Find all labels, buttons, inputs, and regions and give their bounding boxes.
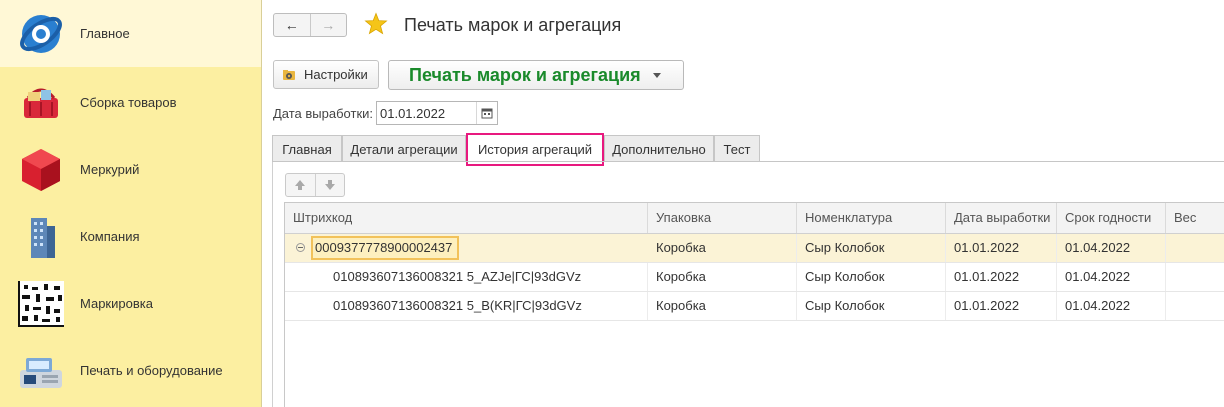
weight-cell <box>1166 234 1224 262</box>
table-row[interactable]: 0009377778900002437 Коробка Сыр Колобок … <box>285 234 1224 263</box>
move-buttons <box>285 173 345 197</box>
qr-code-icon <box>18 280 64 327</box>
sidebar-item-main[interactable]: Главное <box>0 0 261 67</box>
settings-folder-icon <box>283 69 295 80</box>
back-button[interactable]: ← <box>274 14 311 36</box>
sidebar-item-label: Маркировка <box>80 296 153 311</box>
history-nav: ← → <box>273 13 347 37</box>
sidebar-item-label: Главное <box>80 26 130 41</box>
sidebar-item-label: Сборка товаров <box>80 95 177 110</box>
sidebar-item-label: Печать и оборудование <box>80 363 223 378</box>
column-header-expiry[interactable]: Срок годности <box>1057 203 1166 233</box>
package-cell: Коробка <box>648 263 797 291</box>
sidebar-item-assembly[interactable]: Сборка товаров <box>0 69 261 136</box>
barcode-cell: 010893607136008321 5_AZJe|ГС|93dGVz <box>325 263 648 291</box>
tab-additional[interactable]: Дополнительно <box>604 135 714 162</box>
sidebar-item-marking[interactable]: Маркировка <box>0 270 261 337</box>
table-row[interactable]: 010893607136008321 5_AZJe|ГС|93dGVz Коро… <box>285 263 1224 292</box>
column-header-nomenclature[interactable]: Номенклатура <box>797 203 946 233</box>
calendar-icon[interactable] <box>476 102 497 124</box>
nomenclature-cell: Сыр Колобок <box>797 292 946 320</box>
date-label: Дата выработки: <box>273 106 374 121</box>
weight-cell <box>1166 263 1224 291</box>
building-icon <box>31 217 55 258</box>
package-cell: Коробка <box>648 292 797 320</box>
weight-cell <box>1166 292 1224 320</box>
barcode-cell[interactable]: 0009377778900002437 <box>311 236 459 260</box>
tab-test[interactable]: Тест <box>714 135 760 162</box>
package-cell: Коробка <box>648 234 797 262</box>
table-row[interactable]: 010893607136008321 5_B(KR|ГС|93dGVz Коро… <box>285 292 1224 321</box>
print-marks-label: Печать марок и агрегация <box>409 64 641 85</box>
settings-label: Настройки <box>304 67 368 82</box>
column-header-production-date[interactable]: Дата выработки <box>946 203 1057 233</box>
production-date-cell: 01.01.2022 <box>946 263 1057 291</box>
sidebar-item-printing[interactable]: Печать и оборудование <box>0 337 261 404</box>
sidebar-item-mercury[interactable]: Меркурий <box>0 136 261 203</box>
aggregation-history-table: Штрихкод Упаковка Номенклатура Дата выра… <box>284 202 1224 407</box>
red-cube-icon <box>22 148 60 191</box>
sidebar-item-label: Компания <box>80 229 140 244</box>
shopping-basket-icon <box>24 88 58 118</box>
tab-main[interactable]: Главная <box>272 135 342 162</box>
cash-register-icon <box>20 357 62 388</box>
print-marks-button[interactable]: Печать марок и агрегация <box>388 60 684 90</box>
sidebar-item-label: Меркурий <box>80 162 140 177</box>
page-title: Печать марок и агрегация <box>404 15 622 35</box>
column-header-barcode[interactable]: Штрихкод <box>285 203 648 233</box>
arrow-up-icon <box>295 180 306 190</box>
arrow-down-icon <box>324 180 335 190</box>
forward-button[interactable]: → <box>311 14 347 36</box>
column-header-package[interactable]: Упаковка <box>648 203 797 233</box>
date-field[interactable]: 01.01.2022 <box>376 101 498 125</box>
date-value: 01.01.2022 <box>380 105 446 121</box>
move-up-button[interactable] <box>286 174 316 196</box>
tab-aggregation-details[interactable]: Детали агрегации <box>342 135 466 162</box>
chevron-down-icon <box>652 72 661 78</box>
app-logo-icon <box>20 14 62 53</box>
expiry-cell: 01.04.2022 <box>1057 234 1166 262</box>
collapse-icon[interactable] <box>296 243 305 252</box>
sidebar: Главное Сборка товаров Меркурий Компания… <box>0 0 262 407</box>
production-date-cell: 01.01.2022 <box>946 292 1057 320</box>
expiry-cell: 01.04.2022 <box>1057 263 1166 291</box>
production-date-cell: 01.01.2022 <box>946 234 1057 262</box>
nomenclature-cell: Сыр Колобок <box>797 234 946 262</box>
move-down-button[interactable] <box>316 174 345 196</box>
nomenclature-cell: Сыр Колобок <box>797 263 946 291</box>
favorite-star-icon[interactable] <box>364 12 388 36</box>
expiry-cell: 01.04.2022 <box>1057 292 1166 320</box>
table-header: Штрихкод Упаковка Номенклатура Дата выра… <box>285 203 1224 234</box>
settings-button[interactable]: Настройки <box>273 60 379 89</box>
sidebar-item-company[interactable]: Компания <box>0 203 261 270</box>
column-header-weight[interactable]: Вес <box>1166 203 1224 233</box>
barcode-cell: 010893607136008321 5_B(KR|ГС|93dGVz <box>325 292 648 320</box>
